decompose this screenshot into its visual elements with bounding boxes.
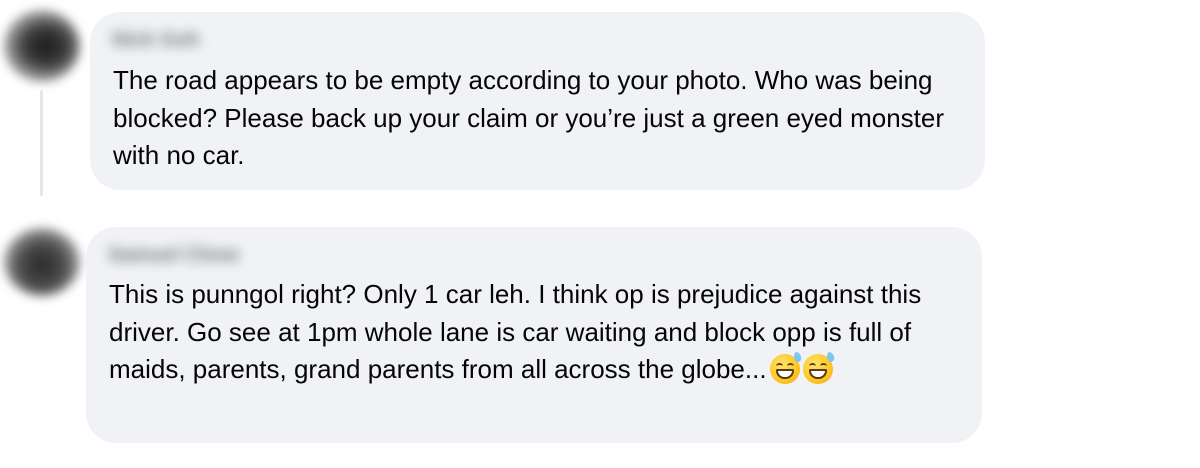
comment-text: The road appears to be empty according t… xyxy=(113,65,944,170)
avatar[interactable] xyxy=(4,10,80,82)
comment-author[interactable]: Nick Goh xyxy=(112,29,200,52)
comment-author[interactable]: Samuel Chow xyxy=(108,244,239,267)
grinning-face-with-sweat-icon xyxy=(769,351,802,384)
thread-line xyxy=(40,90,43,196)
grinning-face-with-sweat-icon xyxy=(802,351,835,384)
comment-bubble: Nick Goh The road appears to be empty ac… xyxy=(90,12,985,190)
comment-text-container: This is punngol right? Only 1 car leh. I… xyxy=(109,276,969,389)
comment-bubble: Samuel Chow This is punngol right? Only … xyxy=(86,227,982,443)
avatar[interactable] xyxy=(4,228,80,296)
